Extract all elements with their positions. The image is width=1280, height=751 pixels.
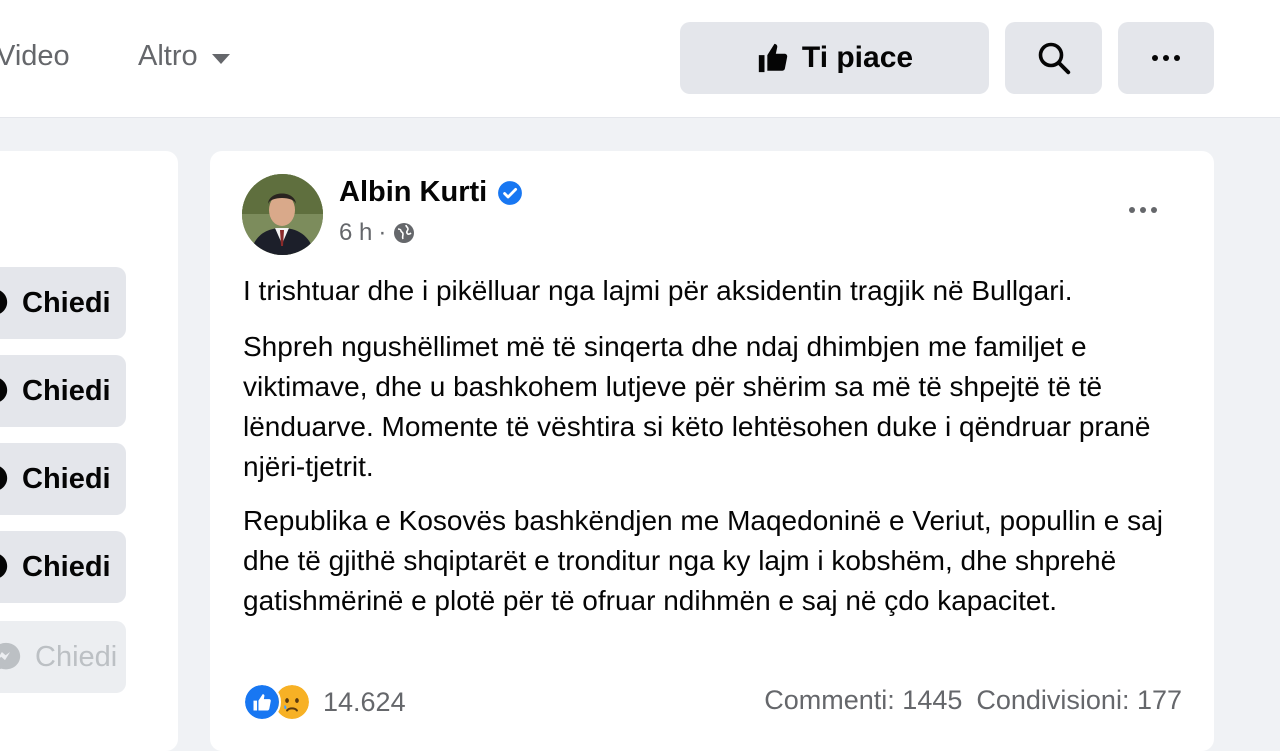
post-more-dots-icon: [1129, 207, 1157, 213]
messenger-icon: [0, 378, 8, 402]
shares-count[interactable]: Condivisioni: 177: [976, 685, 1182, 716]
like-page-label: Ti piace: [801, 41, 914, 74]
more-dots-icon: [1152, 55, 1180, 61]
ask-label: Chiedi: [22, 550, 111, 583]
post-paragraph-1: I trishtuar dhe i pikëlluar nga lajmi pë…: [243, 275, 1073, 306]
post-stats: Commenti: 1445 Condivisioni: 177: [764, 685, 1182, 716]
ask-button-3[interactable]: Chiedi: [0, 443, 126, 515]
ask-label: Chiedi: [35, 640, 118, 673]
like-reaction-icon: [243, 683, 281, 721]
author-name: Albin Kurti: [339, 176, 488, 208]
messenger-icon: [0, 554, 8, 578]
messenger-icon: [0, 466, 8, 490]
search-icon: [1038, 42, 1070, 75]
ask-label: Chiedi: [22, 374, 111, 407]
post-paragraph-3: Republika e Kosovës bashkëndjen me Maqed…: [243, 505, 1163, 616]
tab-more-label: Altro: [138, 40, 198, 72]
post-timestamp[interactable]: 6 h: [339, 219, 372, 247]
thumbs-up-icon: [758, 43, 788, 73]
like-page-button[interactable]: Ti piace: [680, 22, 989, 94]
globe-icon: [394, 223, 415, 243]
post-paragraph-2: Shpreh ngushëllimet më të sinqerta dhe n…: [243, 331, 1151, 482]
post-meta: 6 h ·: [339, 219, 416, 247]
post-options-button[interactable]: [1129, 207, 1157, 213]
more-options-button[interactable]: [1118, 22, 1214, 94]
tab-more[interactable]: Altro: [138, 40, 230, 73]
verified-badge-icon: [498, 180, 523, 205]
page-header: Video Altro Ti piace: [0, 0, 1280, 118]
ask-button-2[interactable]: Chiedi: [0, 355, 126, 427]
profile-photo: [242, 174, 323, 255]
messenger-icon: [0, 290, 8, 314]
tab-video-label: Video: [0, 40, 70, 72]
ask-label: Chiedi: [22, 462, 111, 495]
suggestions-card: Chiedi Chiedi Chiedi Chiedi Chiedi: [0, 151, 178, 751]
tab-video[interactable]: Video: [0, 40, 70, 73]
messenger-icon: [0, 642, 21, 670]
caret-down-icon: [211, 53, 230, 64]
reaction-count: 14.624: [323, 686, 406, 717]
comments-count[interactable]: Commenti: 1445: [764, 685, 962, 716]
post-author[interactable]: Albin Kurti: [339, 176, 523, 209]
meta-separator: ·: [378, 219, 387, 246]
ask-button-1[interactable]: Chiedi: [0, 267, 126, 339]
search-button[interactable]: [1005, 22, 1102, 94]
ask-button-4[interactable]: Chiedi: [0, 531, 126, 603]
reactions-summary[interactable]: 14.624: [243, 683, 406, 721]
ask-label: Chiedi: [22, 286, 111, 319]
post-card: Albin Kurti 6 h · I trishtuar dhe i pikë…: [210, 151, 1214, 751]
avatar[interactable]: [242, 174, 323, 255]
ask-button-5-disabled: Chiedi: [0, 621, 126, 693]
